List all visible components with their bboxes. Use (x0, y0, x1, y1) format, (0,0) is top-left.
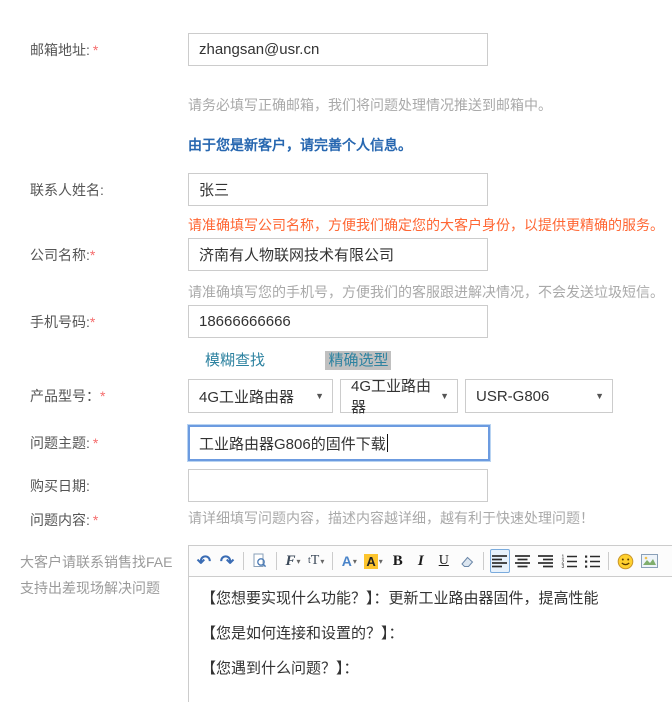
precise-selection-link[interactable]: 精确选型 (325, 351, 391, 370)
chevron-down-icon: ▼ (315, 391, 324, 401)
contact-name-input[interactable] (188, 173, 488, 206)
bold-icon: B (393, 553, 403, 570)
company-input[interactable] (188, 238, 488, 271)
bold-button[interactable]: B (388, 549, 408, 573)
undo-icon: ↶ (197, 553, 211, 570)
required-asterisk: * (93, 512, 98, 528)
phone-row: 手机号码:* (0, 305, 672, 338)
remove-format-icon (459, 554, 475, 569)
new-customer-note: 由于您是新客户，请完善个人信息。 (188, 137, 412, 153)
image-icon (641, 554, 658, 568)
chevron-down-icon: ▼ (440, 391, 449, 401)
product-model-select[interactable]: USR-G806 ▼ (465, 379, 613, 413)
emoji-icon (617, 553, 634, 570)
text-cursor (387, 434, 388, 452)
align-right-icon (538, 554, 553, 568)
email-row: 邮箱地址:* (0, 33, 672, 66)
phone-hint: 请准确填写您的手机号，方便我们的客服跟进解决情况，不会发送垃圾短信。 (188, 284, 664, 300)
toolbar-divider (276, 552, 277, 570)
required-asterisk: * (93, 42, 98, 58)
underline-button[interactable]: U (434, 549, 454, 573)
ordered-list-button[interactable]: 123 (559, 549, 579, 573)
subject-label: 问题主题:* (0, 433, 188, 453)
required-asterisk: * (90, 247, 95, 263)
ordered-list-icon: 123 (561, 554, 577, 568)
align-left-icon (492, 554, 507, 568)
align-left-button[interactable] (490, 549, 510, 573)
text-color-icon: A (342, 554, 352, 568)
product-model-row: 产品型号：* 4G工业路由器 ▼ 4G工业路由器 ▼ USR-G806 ▼ (0, 379, 672, 413)
editor-content-area[interactable]: 【您想要实现什么功能？】：更新工业路由器固件，提高性能 【您是如何连接和设置的？… (189, 577, 672, 702)
italic-icon: I (418, 553, 424, 570)
content-hint-row: 问题内容:* 请详细填写问题内容，描述内容越详细，越有利于快速处理问题！ (0, 510, 672, 530)
align-right-button[interactable] (536, 549, 556, 573)
highlight-color-button[interactable]: A▾ (362, 549, 384, 573)
company-row: 公司名称:* (0, 238, 672, 271)
editor-paragraph: 【您遇到什么问题？】： (201, 659, 672, 679)
purchase-date-row: 购买日期: (0, 469, 672, 502)
toolbar-divider (332, 552, 333, 570)
underline-icon: U (439, 553, 449, 569)
undo-button[interactable]: ↶ (194, 549, 214, 573)
content-hint: 请详细填写问题内容，描述内容越详细，越有利于快速处理问题！ (188, 510, 594, 526)
subject-row: 问题主题:* 工业路由器G806的固件下载 (0, 425, 672, 461)
purchase-date-input[interactable] (188, 469, 488, 502)
align-center-button[interactable] (513, 549, 533, 573)
subject-input[interactable]: 工业路由器G806的固件下载 (188, 425, 490, 461)
required-asterisk: * (100, 388, 105, 404)
rich-text-editor: ↶ ↷ F▾ tT▾ A▾ A▾ B I U (188, 545, 672, 702)
unordered-list-button[interactable] (582, 549, 602, 573)
emoji-button[interactable] (615, 549, 636, 573)
redo-icon: ↷ (220, 553, 234, 570)
required-asterisk: * (93, 435, 98, 451)
company-label: 公司名称:* (0, 245, 188, 265)
required-asterisk: * (90, 314, 95, 330)
editor-paragraph: 【您是如何连接和设置的？】： (201, 624, 672, 644)
italic-button[interactable]: I (411, 549, 431, 573)
fae-side-note: 大客户请联系销售找FAE 支持出差现场解决问题 (0, 545, 188, 601)
product-subcategory-select[interactable]: 4G工业路由器 ▼ (340, 379, 458, 413)
fuzzy-search-link[interactable]: 模糊查找 (205, 352, 265, 369)
font-size-button[interactable]: tT▾ (306, 549, 326, 573)
svg-text:3: 3 (561, 564, 564, 568)
chevron-down-icon: ▾ (353, 557, 357, 566)
chevron-down-icon: ▼ (595, 391, 604, 401)
product-category-select[interactable]: 4G工业路由器 ▼ (188, 379, 333, 413)
font-family-icon: F (285, 554, 295, 569)
editor-toolbar: ↶ ↷ F▾ tT▾ A▾ A▾ B I U (189, 546, 672, 577)
redo-button[interactable]: ↷ (217, 549, 237, 573)
chevron-down-icon: ▾ (379, 557, 383, 566)
remove-format-button[interactable] (457, 549, 477, 573)
contact-name-label: 联系人姓名: (0, 180, 188, 200)
content-label: 问题内容:* (0, 510, 188, 530)
phone-label: 手机号码:* (0, 312, 188, 332)
editor-paragraph: 【您想要实现什么功能？】：更新工业路由器固件，提高性能 (201, 589, 672, 609)
chevron-down-icon: ▾ (320, 557, 324, 566)
purchase-date-label: 购买日期: (0, 476, 188, 496)
email-input[interactable] (188, 33, 488, 66)
toolbar-divider (608, 552, 609, 570)
support-ticket-form: 邮箱地址:* 请务必填写正确邮箱，我们将问题处理情况推送到邮箱中。 由于您是新客… (0, 0, 672, 702)
unordered-list-icon (584, 554, 600, 568)
preview-button[interactable] (250, 549, 270, 573)
company-hint: 请准确填写公司名称，方便我们确定您的大客户身份，以提供更精确的服务。 (188, 217, 664, 233)
text-color-button[interactable]: A▾ (339, 549, 359, 573)
product-model-label: 产品型号：* (0, 386, 188, 406)
email-hint: 请务必填写正确邮箱，我们将问题处理情况推送到邮箱中。 (188, 97, 552, 113)
font-family-button[interactable]: F▾ (283, 549, 303, 573)
contact-name-row: 联系人姓名: (0, 173, 672, 206)
highlight-color-icon: A (364, 554, 377, 569)
align-center-icon (515, 554, 530, 568)
preview-icon (252, 553, 268, 569)
toolbar-divider (243, 552, 244, 570)
toolbar-divider (483, 552, 484, 570)
phone-input[interactable] (188, 305, 488, 338)
insert-image-button[interactable] (639, 549, 660, 573)
email-label: 邮箱地址:* (0, 40, 188, 60)
chevron-down-icon: ▾ (297, 557, 301, 566)
